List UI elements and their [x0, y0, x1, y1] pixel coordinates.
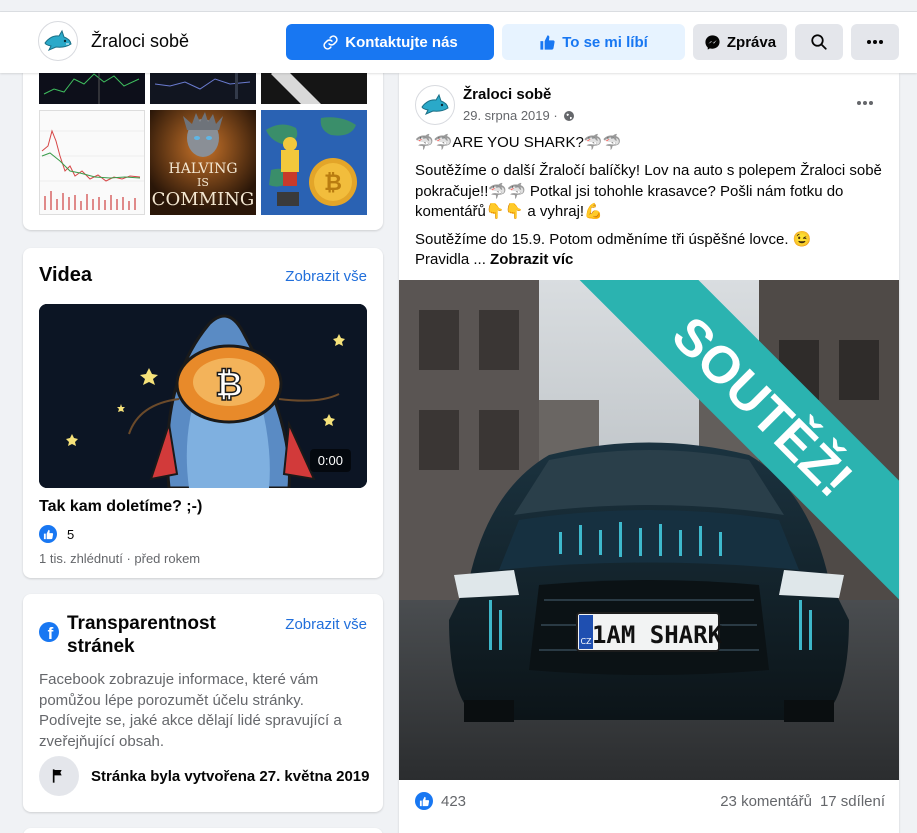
- more-options-button[interactable]: [851, 24, 899, 60]
- photo-bitcoin-map[interactable]: ₿: [261, 110, 367, 215]
- transparency-title: Transparentnost stránek: [67, 613, 216, 657]
- facebook-icon: f: [39, 622, 59, 642]
- message-button-label: Zpráva: [726, 33, 777, 51]
- svg-text:₿: ₿: [324, 171, 342, 196]
- like-reaction-icon: [39, 525, 57, 543]
- more-dots-icon: [867, 40, 883, 44]
- halving-line2: IS: [197, 176, 209, 189]
- post-date-text: 29. srpna 2019 ·: [463, 108, 558, 123]
- shark-logo-icon: [44, 29, 72, 51]
- like-page-button[interactable]: To se mi líbí: [502, 24, 685, 60]
- page-created-text: Stránka byla vytvořena 27. května 2019: [91, 767, 370, 785]
- video-duration: 0:00: [309, 449, 351, 472]
- videos-see-all-link[interactable]: Zobrazit vše: [285, 268, 367, 285]
- chart-thumbnail-icon: [40, 129, 144, 210]
- post-paragraph1: Soutěžíme o další Žraločí balíčky! Lov n…: [415, 162, 882, 220]
- transparency-card: f Transparentnost stránek Zobrazit vše F…: [23, 594, 383, 812]
- post-avatar[interactable]: [415, 85, 455, 125]
- post-paragraph3: Pravidla ... Zobrazit víc: [415, 250, 885, 271]
- flag-icon: [39, 756, 79, 796]
- license-plate-text: 1AM SHARK: [592, 621, 723, 649]
- more-dots-icon: [857, 101, 873, 105]
- page-header: Žraloci sobě Kontaktujte nás To se mi lí…: [0, 12, 917, 73]
- post-shares-count[interactable]: 17 sdílení: [820, 793, 885, 810]
- car-photo: CZ 1AM SHARK SOUTĚŽ!: [399, 280, 899, 780]
- message-button[interactable]: Zpráva: [693, 24, 787, 60]
- see-more-link[interactable]: Zobrazit víc: [490, 251, 573, 268]
- header-page-name[interactable]: Žraloci sobě: [91, 31, 189, 52]
- post-line1: 🦈🦈ARE YOU SHARK?🦈🦈: [415, 134, 622, 151]
- next-card-stub: [23, 828, 383, 833]
- like-button-label: To se mi líbí: [562, 33, 648, 51]
- post-rules-text: Pravidla ...: [415, 251, 486, 268]
- plate-country: CZ: [580, 637, 592, 646]
- post-image[interactable]: CZ 1AM SHARK SOUTĚŽ!: [399, 280, 899, 780]
- page-created-row: Stránka byla vytvořena 27. května 2019: [39, 756, 370, 796]
- video-thumbnail[interactable]: ₿ 0:00: [39, 304, 367, 488]
- halving-line1: HALVING: [168, 161, 238, 177]
- page-avatar[interactable]: [38, 21, 78, 61]
- video-title[interactable]: Tak kam doletíme? ;-): [39, 498, 202, 516]
- post-author[interactable]: Žraloci sobě: [463, 86, 551, 103]
- post-footer: 423 23 komentářů 17 sdílení: [415, 786, 885, 816]
- search-icon: [811, 34, 827, 50]
- post-paragraph2: Soutěžíme do 15.9. Potom odměníme tři ús…: [415, 231, 812, 248]
- top-strip: [0, 0, 917, 12]
- video-like-count: 5: [67, 526, 75, 542]
- post-like-count[interactable]: 423: [441, 793, 466, 810]
- post-more-options[interactable]: [857, 89, 873, 110]
- search-button[interactable]: [795, 24, 843, 60]
- contact-button-label: Kontaktujte nás: [345, 33, 458, 51]
- contact-button[interactable]: Kontaktujte nás: [286, 24, 494, 60]
- photo-halving[interactable]: HALVING IS COMMING: [150, 110, 256, 215]
- photo-chart-light[interactable]: [39, 110, 145, 215]
- globe-icon: [563, 110, 574, 121]
- post-comments-count[interactable]: 23 komentářů: [720, 793, 812, 810]
- videos-card: Videa Zobrazit vše ₿ 0:00 Tak kam doletí…: [23, 248, 383, 578]
- post-date[interactable]: 29. srpna 2019 ·: [463, 108, 575, 123]
- messenger-icon: [705, 34, 720, 50]
- post-card: Žraloci sobě 29. srpna 2019 · 🦈🦈ARE YOU …: [399, 73, 899, 833]
- link-icon: [323, 34, 338, 50]
- videos-title: Videa: [39, 264, 92, 286]
- video-meta: 1 tis. zhlédnutí · před rokem: [39, 551, 201, 566]
- transparency-see-all-link[interactable]: Zobrazit vše: [285, 616, 367, 633]
- svg-text:₿: ₿: [215, 365, 243, 405]
- halving-line3: COMMING: [151, 189, 255, 210]
- transparency-description: Facebook zobrazuje informace, které vám …: [39, 671, 342, 750]
- shark-logo-icon: [421, 93, 449, 115]
- thumbs-up-icon: [540, 34, 555, 50]
- video-likes: 5: [39, 525, 74, 543]
- halving-text: HALVING IS COMMING: [150, 162, 256, 210]
- bitcoin-map-image-icon: ₿: [261, 110, 367, 215]
- like-reaction-icon: [415, 792, 433, 810]
